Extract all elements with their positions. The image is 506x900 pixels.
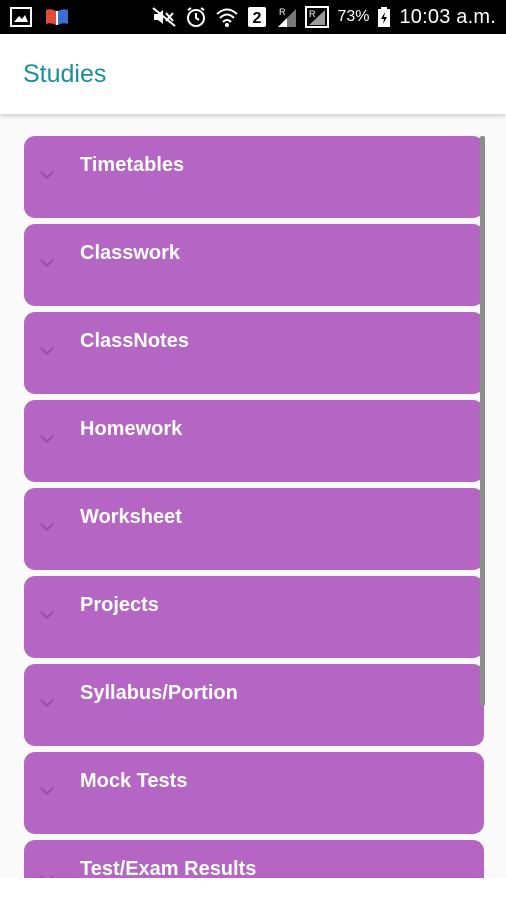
svg-text:2: 2	[253, 10, 262, 27]
status-left	[10, 7, 70, 27]
content-area[interactable]: Timetables Classwork ClassNotes Homework…	[0, 114, 506, 878]
chevron-down-icon	[40, 787, 54, 796]
gallery-icon	[10, 7, 32, 27]
chevron-down-icon	[40, 523, 54, 532]
list-item-label: ClassNotes	[80, 330, 189, 352]
list-item-label: Homework	[80, 418, 183, 440]
status-right: 2 R R 73% 10:03 a.m.	[151, 6, 496, 29]
signal-r-icon: R	[275, 6, 297, 28]
chevron-down-icon	[40, 347, 54, 356]
clock: 10:03 a.m.	[399, 5, 496, 28]
mute-icon	[151, 6, 177, 28]
list-item-projects[interactable]: Projects	[24, 576, 484, 658]
status-bar: 2 R R 73% 10:03 a.m.	[0, 0, 506, 34]
list-item-classwork[interactable]: Classwork	[24, 224, 484, 306]
list-item-timetables[interactable]: Timetables	[24, 136, 484, 218]
signal-r-box-icon: R	[305, 6, 330, 28]
list-item-label: Timetables	[80, 154, 185, 176]
studies-list: Timetables Classwork ClassNotes Homework…	[24, 136, 484, 878]
chevron-down-icon	[40, 435, 54, 444]
list-item-homework[interactable]: Homework	[24, 400, 484, 482]
chevron-down-icon	[40, 875, 54, 878]
chevron-down-icon	[40, 699, 54, 708]
list-item-label: Test/Exam Results	[80, 858, 257, 878]
page-title: Studies	[23, 59, 107, 88]
list-item-label: Classwork	[80, 242, 181, 264]
chevron-down-icon	[40, 611, 54, 620]
list-item-label: Projects	[80, 594, 159, 616]
list-item-label: Worksheet	[80, 506, 182, 528]
book-icon	[44, 7, 70, 27]
list-item-label: Syllabus/Portion	[80, 682, 238, 704]
chevron-down-icon	[40, 171, 54, 180]
list-item-worksheet[interactable]: Worksheet	[24, 488, 484, 570]
wifi-icon	[215, 6, 239, 28]
scrollbar[interactable]	[480, 136, 485, 706]
list-item-test-exam-results[interactable]: Test/Exam Results	[24, 840, 484, 878]
bottom-strip	[0, 878, 506, 900]
battery-percent: 73%	[337, 8, 370, 25]
chevron-down-icon	[40, 259, 54, 268]
list-item-syllabus-portion[interactable]: Syllabus/Portion	[24, 664, 484, 746]
svg-text:R: R	[309, 9, 316, 19]
list-item-classnotes[interactable]: ClassNotes	[24, 312, 484, 394]
svg-text:R: R	[279, 7, 286, 17]
alarm-icon	[185, 6, 207, 28]
app-bar: Studies	[0, 34, 506, 114]
list-item-label: Mock Tests	[80, 770, 188, 792]
sim-2-icon: 2	[247, 6, 267, 28]
battery-charging-icon	[377, 6, 391, 28]
list-item-mock-tests[interactable]: Mock Tests	[24, 752, 484, 834]
